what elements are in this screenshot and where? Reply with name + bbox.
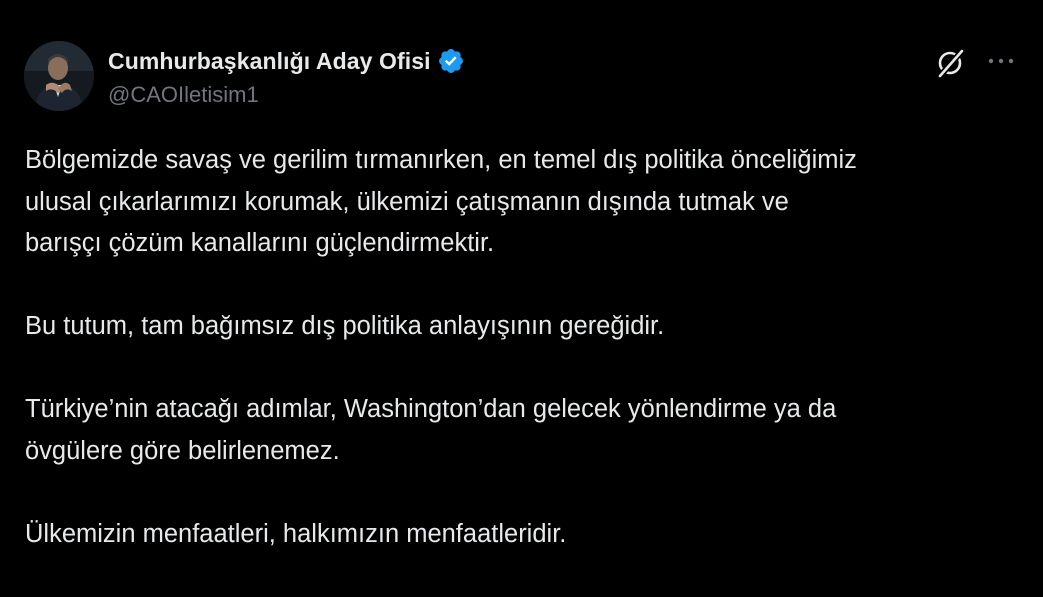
- post-text: Bölgemizde savaş ve gerilim tırmanırken,…: [25, 140, 1025, 597]
- grok-icon[interactable]: [934, 46, 968, 80]
- post-paragraph: Ülkemizin menfaatleri, halkımızın menfaa…: [25, 519, 567, 548]
- post-header: Cumhurbaşkanlığı Aday Ofisi @CAOIletisim…: [108, 46, 465, 108]
- tweet-card: Cumhurbaşkanlığı Aday Ofisi @CAOIletisim…: [0, 0, 1043, 580]
- author-name-row: Cumhurbaşkanlığı Aday Ofisi: [108, 46, 465, 76]
- more-dots-icon[interactable]: [984, 46, 1018, 76]
- avatar-image: [24, 41, 94, 111]
- profile-avatar[interactable]: [24, 41, 94, 111]
- post-paragraph: Türkiye’nin atacağı adımlar, Washington’…: [25, 395, 837, 465]
- verified-badge-icon[interactable]: [437, 47, 465, 75]
- post-paragraph: Bölgemizde savaş ve gerilim tırmanırken,…: [25, 146, 857, 257]
- author-handle[interactable]: @CAOIletisim1: [108, 82, 465, 108]
- author-display-name[interactable]: Cumhurbaşkanlığı Aday Ofisi: [108, 48, 431, 75]
- post-paragraph: Bu tutum, tam bağımsız dış politika anla…: [25, 312, 665, 340]
